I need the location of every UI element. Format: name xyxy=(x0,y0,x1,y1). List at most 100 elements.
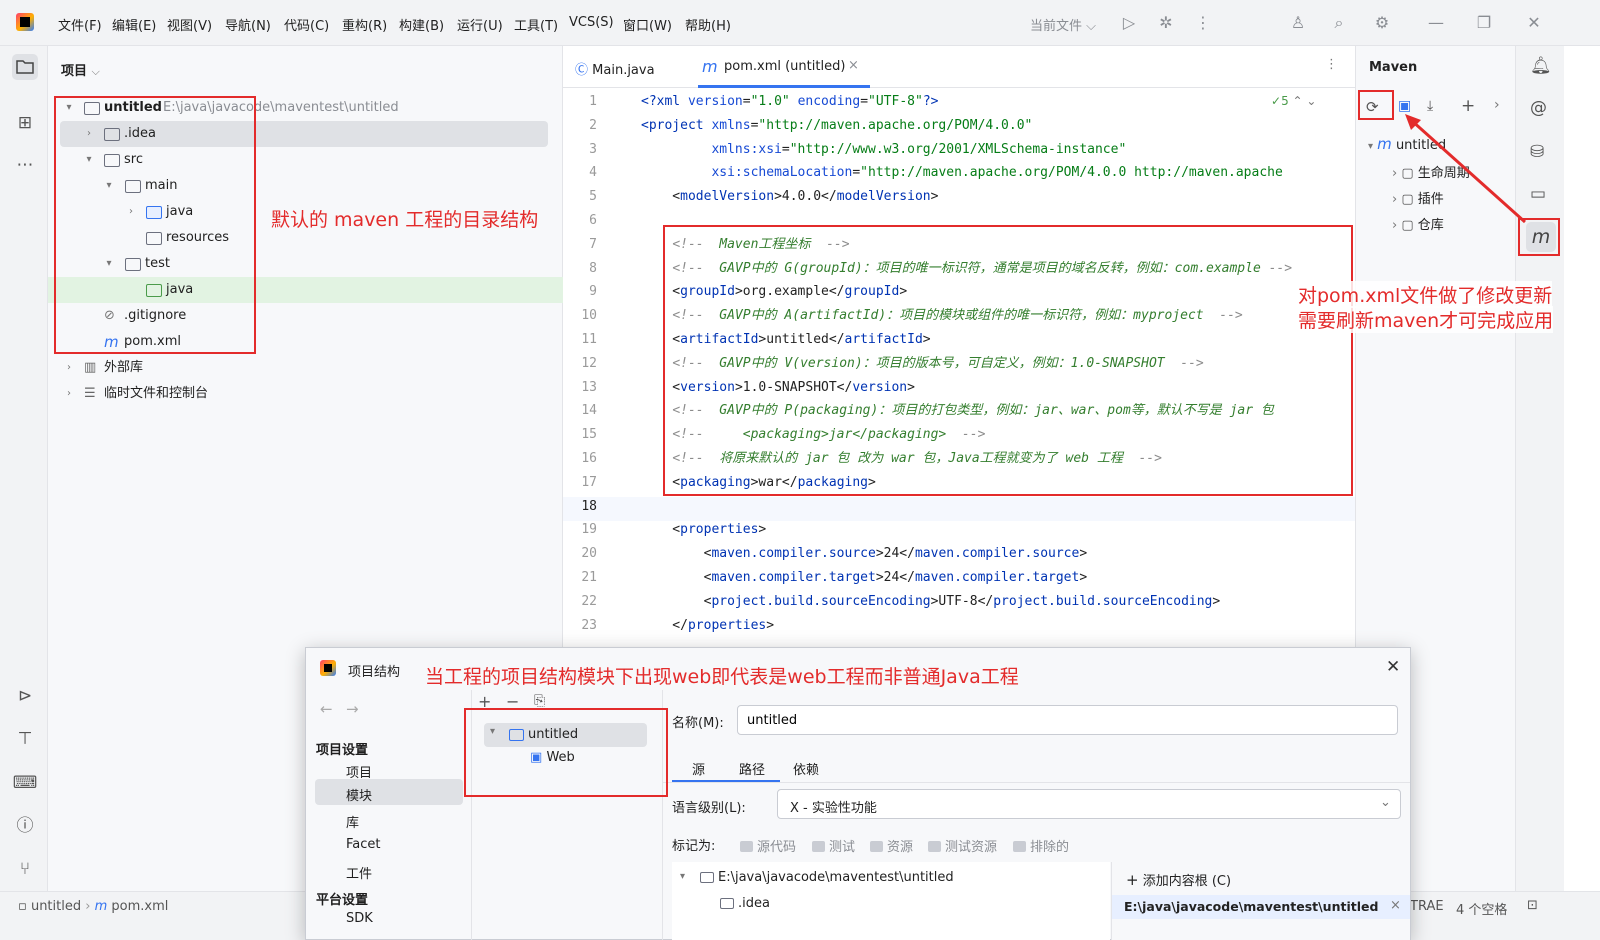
menu-window[interactable]: 窗口(W) xyxy=(623,15,672,34)
more-vertical-icon[interactable]: ⋮ xyxy=(1192,12,1214,34)
status-encoding[interactable]: TRAE xyxy=(1410,899,1444,914)
nav-item-facets[interactable]: Facet xyxy=(346,837,381,852)
tab-label: pom.xml (untitled) xyxy=(724,59,846,74)
annotation-pom-line1: 对pom.xml文件做了修改更新 xyxy=(1298,281,1553,308)
name-label: 名称(M): xyxy=(672,716,724,731)
code-line[interactable]: 5 <modelVersion>4.0.0</modelVersion> xyxy=(563,185,1355,209)
problems-icon[interactable]: ⓘ xyxy=(12,813,38,839)
remove-root-icon[interactable]: × xyxy=(1390,898,1401,913)
more-horizontal-icon[interactable]: ⋯ xyxy=(12,152,38,178)
lock-icon[interactable]: ⊡ xyxy=(1527,898,1538,913)
tree-item-scratches[interactable]: › ☰ 临时文件和控制台 xyxy=(48,381,563,407)
git-icon[interactable]: ⑂ xyxy=(12,856,38,882)
code-text: <properties> xyxy=(641,522,767,538)
forward-arrow-icon[interactable]: → xyxy=(346,700,359,718)
code-line[interactable]: 18 xyxy=(563,495,1355,519)
content-root-tree[interactable]: ▾ E:\java\javacode\maventest\untitled .i… xyxy=(672,862,1110,940)
code-text: <modelVersion>4.0.0</modelVersion> xyxy=(641,189,939,205)
nav-item-sdk[interactable]: SDK xyxy=(346,911,373,926)
menu-tools[interactable]: 工具(T) xyxy=(514,15,558,34)
code-line[interactable]: 19 <properties> xyxy=(563,518,1355,542)
chip-label: 源代码 xyxy=(757,840,797,855)
close-tab-icon[interactable]: × xyxy=(848,58,859,73)
tab-pom-xml[interactable]: m pom.xml (untitled) × xyxy=(698,46,870,88)
menu-run[interactable]: 运行(U) xyxy=(457,15,503,34)
chevron-down-icon: ⌄ xyxy=(1380,795,1391,810)
menu-help[interactable]: 帮助(H) xyxy=(685,15,731,34)
settings-icon[interactable]: ⚙ xyxy=(1371,12,1393,34)
language-level-select[interactable]: X - 实验性功能 ⌄ xyxy=(777,789,1401,819)
code-line[interactable]: 1 <?xml version="1.0" encoding="UTF-8"?> xyxy=(563,90,1355,114)
mark-excluded-chip[interactable]: 排除的 xyxy=(1013,836,1069,855)
run-icon[interactable]: ▷ xyxy=(1118,12,1140,34)
nav-item-artifacts[interactable]: 工件 xyxy=(346,863,372,882)
structure-icon[interactable]: ⊞ xyxy=(12,110,38,136)
mark-sources-chip[interactable]: 源代码 xyxy=(740,836,796,855)
dialog-close-icon[interactable]: ✕ xyxy=(1386,657,1400,677)
code-line[interactable]: 20 <maven.compiler.source>24</maven.comp… xyxy=(563,542,1355,566)
terminal-icon[interactable]: ⌨ xyxy=(12,770,38,796)
back-arrow-icon[interactable]: ← xyxy=(320,700,333,718)
mark-test-resources-chip[interactable]: 测试资源 xyxy=(928,836,997,855)
menu-navigate[interactable]: 导航(N) xyxy=(225,15,271,34)
code-line[interactable]: 2 <project xmlns="http://maven.apache.org… xyxy=(563,114,1355,138)
tab-paths[interactable]: 路径 xyxy=(739,759,765,778)
tab-label: Main.java xyxy=(592,63,655,78)
status-indent[interactable]: 4 个空格 xyxy=(1456,899,1507,918)
chevron-right-icon: › xyxy=(85,899,91,914)
code-text: <project.build.sourceEncoding>UTF-8</pro… xyxy=(641,593,1221,609)
tab-dependencies[interactable]: 依赖 xyxy=(793,759,819,778)
code-line[interactable]: 21 <maven.compiler.target>24</maven.comp… xyxy=(563,566,1355,590)
menu-file[interactable]: 文件(F) xyxy=(58,15,102,34)
mark-tests-chip[interactable]: 测试 xyxy=(812,836,855,855)
notifications-bell-icon[interactable]: 🔔︎ xyxy=(1530,56,1552,76)
menu-refactor[interactable]: 重构(R) xyxy=(342,15,387,34)
mark-resources-chip[interactable]: 资源 xyxy=(870,836,913,855)
project-panel-title[interactable]: 项目 ⌵ xyxy=(61,60,100,79)
project-folder-icon[interactable] xyxy=(12,54,38,80)
nav-item-modules[interactable]: 模块 xyxy=(346,785,372,804)
folder-icon xyxy=(870,841,883,852)
maven-file-icon: m xyxy=(702,57,718,76)
nav-item-libraries[interactable]: 库 xyxy=(346,812,359,831)
account-icon[interactable]: ♙ xyxy=(1287,12,1309,34)
chevron-down-icon: ▾ xyxy=(1368,141,1374,152)
line-number: 23 xyxy=(581,617,597,633)
debug-icon[interactable]: ✲ xyxy=(1155,12,1177,34)
menu-code[interactable]: 代码(C) xyxy=(284,15,329,34)
search-icon[interactable]: ⌕ xyxy=(1328,12,1350,34)
line-number: 2 xyxy=(589,117,597,133)
maximize-icon[interactable]: ❐ xyxy=(1473,12,1495,34)
line-number: 10 xyxy=(581,308,597,324)
tree-item-external-libs[interactable]: › ▥ 外部库 xyxy=(48,355,563,381)
code-line[interactable]: 22 <project.build.sourceEncoding>UTF-8</… xyxy=(563,590,1355,614)
module-name-input[interactable] xyxy=(737,705,1398,735)
add-content-root-label: 添加内容根 (C) xyxy=(1142,874,1232,889)
menu-build[interactable]: 构建(B) xyxy=(399,15,444,34)
minimize-icon[interactable]: — xyxy=(1425,12,1447,34)
language-level-label: 语言级别(L): xyxy=(672,801,746,816)
code-line[interactable]: 23 </properties> xyxy=(563,614,1355,638)
folder-icon xyxy=(928,841,941,852)
code-line[interactable]: 3 xmlns:xsi="http://www.w3.org/2001/XMLS… xyxy=(563,138,1355,162)
menu-view[interactable]: 视图(V) xyxy=(167,15,212,34)
run-config-label: 当前文件 xyxy=(1030,19,1083,34)
tab-main-java[interactable]: Ⓒ Main.java xyxy=(575,59,655,78)
more-vertical-icon[interactable]: ⋮ xyxy=(1325,57,1338,72)
services-icon[interactable]: ⊳ xyxy=(12,683,38,709)
menu-vcs[interactable]: VCS(S) xyxy=(569,15,614,30)
chip-label: 测试 xyxy=(829,840,856,855)
content-root-item[interactable]: E:\java\javacode\maventest\untitled × xyxy=(1112,895,1410,919)
build-hammer-icon[interactable]: ⊤ xyxy=(12,726,38,752)
line-number: 22 xyxy=(581,593,597,609)
line-number: 1 xyxy=(589,94,597,109)
close-icon[interactable]: ✕ xyxy=(1523,12,1545,34)
menu-edit[interactable]: 编辑(E) xyxy=(112,15,156,34)
run-config-select[interactable]: 当前文件 ⌵ xyxy=(1030,15,1096,34)
copy-icon[interactable]: ⎘ xyxy=(534,693,545,709)
add-content-root-button[interactable]: + 添加内容根 (C) xyxy=(1126,870,1231,889)
breadcrumb-file[interactable]: pom.xml xyxy=(111,899,168,914)
line-number: 11 xyxy=(581,332,597,347)
code-line[interactable]: 4 xsi:schemaLocation="http://maven.apach… xyxy=(563,161,1355,185)
breadcrumb-project[interactable]: untitled xyxy=(31,899,81,914)
